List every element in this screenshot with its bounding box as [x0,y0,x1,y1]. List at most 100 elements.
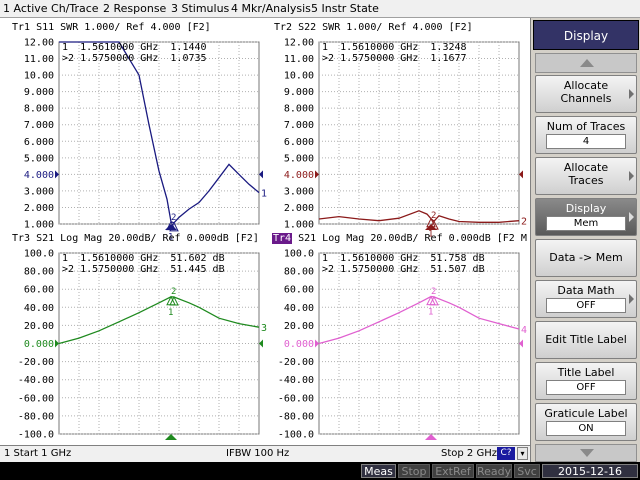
panel-3-y-tick-label: -80.00 [18,411,54,422]
graticule-label-value: ON [546,421,626,436]
panel-3-ref-arrow-left [55,339,59,348]
stop-frequency[interactable]: Stop 2 GHz [441,448,497,459]
tr4-badge: Tr4 [272,233,293,244]
data-math-value: OFF [546,298,626,313]
panel-3-trace-number: 3 [261,323,267,334]
panel-1-ref-arrow-left [55,170,59,179]
panel-4-y-tick-label: -60.00 [278,393,314,404]
tr2-marker1-label: 1 [322,42,329,53]
menu-instr-state[interactable]: 5 Instr State [311,2,379,15]
panel-1-y-tick-label: 10.00 [24,71,54,82]
tr3-marker1-freq: 1.5610000 GHz [80,253,159,264]
panel-4-stimulus-marker [425,434,437,440]
panel-1-y-tick-label: 1.000 [24,220,54,231]
status-svc: Svc [514,464,540,478]
channel-status-bar: 1 Start 1 GHz IFBW 100 Hz Stop 2 GHz C? … [0,445,530,462]
panel-4-y-tick-label: -20.00 [278,357,314,368]
panel-3-y-tick-label: -60.00 [18,393,54,404]
panel-2-y-tick-label: 12.00 [284,38,314,49]
allocate-channels-button[interactable]: Allocate Channels [535,75,637,113]
display-value: Mem [546,216,626,231]
panel-1-marker-label-2: 2 [171,213,176,223]
tr1-marker1-label: 1 [62,42,69,53]
tr1-marker2-value: 1.0735 [170,53,207,64]
tr4-title-row[interactable]: Tr4 S21 Log Mag 20.00dB/ Ref 0.000dB [F2… [272,233,527,244]
tr2-marker2-freq: 1.5750000 GHz [340,53,419,64]
panel-4-trace-number: 4 [521,325,527,336]
panel-3-y-tick-label: 20.00 [24,321,54,332]
tr1-title[interactable]: Tr1 S11 SWR 1.000/ Ref 4.000 [F2] [12,22,211,33]
panel-4-y-tick-label: -80.00 [278,411,314,422]
softkey-panel: Display Allocate Channels Num of Traces … [530,18,640,463]
allocate-traces-label: Allocate Traces [563,161,609,187]
panel-2-marker-label-2: 2 [431,211,436,221]
tr1-marker-row: >2 1.5750000 GHz 1.0735 [62,53,207,64]
panel-1-y-tick-label: 3.000 [24,186,54,197]
submenu-arrow-icon [629,212,634,222]
allocate-channels-label: Allocate Channels [560,79,612,105]
tr2-marker1-value: 1.3248 [430,42,467,53]
plot-area: 12.00 11.00 10.00 9.000 8.000 7.000 6.000 5.000… [0,18,530,445]
tr4-marker1-label: 1 [322,253,329,264]
panel-4-y-tick-label: 40.00 [284,303,314,314]
data-to-mem-button[interactable]: Data -> Mem [535,239,637,277]
start-frequency[interactable]: 1 Start 1 GHz [4,448,71,459]
panel-3-y-tick-label: 100.0 [24,249,54,260]
panel-2-y-tick-label: 6.000 [284,137,314,148]
panel-2-y-tick-label: 7.000 [284,120,314,131]
tr1-marker2-label: >2 [62,53,75,64]
tr2-title[interactable]: Tr2 S22 SWR 1.000/ Ref 4.000 [F2] [274,22,473,33]
submenu-arrow-icon [629,294,634,304]
softkey-scroll-down[interactable] [535,444,637,462]
num-of-traces-value: 4 [546,134,626,149]
panel-4-ref-arrow-left [315,339,319,348]
trace-plots: 12.00 11.00 10.00 9.000 8.000 7.000 6.000 5.000… [18,38,527,441]
panel-2-y-tick-label: 5.000 [284,153,314,164]
data-math-button[interactable]: Data Math OFF [535,280,637,318]
display-label: Display [565,202,607,215]
menu-response[interactable]: 2 Response [103,2,166,15]
panel-2-ref-arrow-right [519,170,523,179]
tr3-marker2-freq: 1.5750000 GHz [80,264,159,275]
panel-2-y-tick-label: 10.00 [284,71,314,82]
num-of-traces-button[interactable]: Num of Traces 4 [535,116,637,154]
panel-1-y-tick-label: 12.00 [24,38,54,49]
tr2-marker-row: 1 1.5610000 GHz 1.3248 [322,42,467,53]
graticule-label-button[interactable]: Graticule Label ON [535,403,637,441]
menu-active-ch-trace[interactable]: 1 Active Ch/Trace [3,2,99,15]
panel-3-y-tick-label: 0.000 [24,339,54,350]
ifbw[interactable]: IFBW 100 Hz [226,448,289,459]
softkey-scroll-up[interactable] [535,53,637,73]
panel-2-y-tick-label: 3.000 [284,186,314,197]
panel-3-y-tick-label: 80.00 [24,267,54,278]
allocate-traces-button[interactable]: Allocate Traces [535,157,637,195]
submenu-arrow-icon [629,171,634,181]
channel-menu-icon[interactable]: ▾ [517,447,528,460]
graticule-label-label: Graticule Label [544,407,628,420]
tr3-marker1-label: 1 [62,253,69,264]
title-label-button[interactable]: Title Label OFF [535,362,637,400]
panel-1-y-tick-label: 4.000 [24,170,54,181]
num-of-traces-label: Num of Traces [546,120,626,133]
panel-3-marker-label-2: 2 [171,287,176,297]
menu-stimulus[interactable]: 3 Stimulus [171,2,229,15]
panel-1-y-tick-label: 11.00 [24,54,54,65]
menu-mkr-analysis[interactable]: 4 Mkr/Analysis [231,2,311,15]
edit-title-label-button[interactable]: Edit Title Label [535,321,637,359]
panel-2-y-tick-label: 11.00 [284,54,314,65]
display-mem-button[interactable]: Display Mem [535,198,637,236]
status-extref: ExtRef [432,464,474,478]
edit-title-label-label: Edit Title Label [545,333,627,346]
scroll-down-icon [580,449,594,457]
tr4-marker-row: 1 1.5610000 GHz 51.758 dB [322,253,485,264]
scroll-up-icon [580,59,594,67]
tr4-marker-row: >2 1.5750000 GHz 51.507 dB [322,264,485,275]
submenu-arrow-icon [629,89,634,99]
panel-2-y-tick-label: 1.000 [284,220,314,231]
panel-1-trace-number: 1 [261,189,267,200]
panel-4-marker-label-2: 2 [431,287,436,297]
tr3-title[interactable]: Tr3 S21 Log Mag 20.00dB/ Ref 0.000dB [F2… [12,233,259,244]
panel-2-trace-number: 2 [521,217,527,228]
status-datetime: 2015-12-16 16:56 [542,464,638,480]
tr4-marker2-value: 51.507 dB [430,264,485,275]
